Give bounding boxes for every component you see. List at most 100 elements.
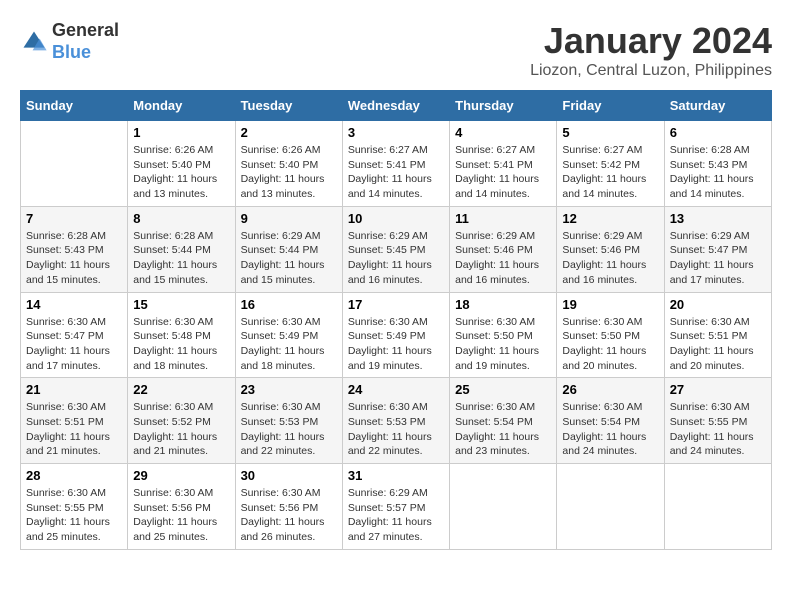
week-row-0: 1 Sunrise: 6:26 AMSunset: 5:40 PMDaylight… (21, 121, 772, 207)
title-block: January 2024 Liozon, Central Luzon, Phil… (530, 20, 772, 80)
logo-icon (20, 28, 48, 56)
calendar-cell: 14 Sunrise: 6:30 AMSunset: 5:47 PMDayligh… (21, 292, 128, 378)
cell-content: Sunrise: 6:26 AMSunset: 5:40 PMDaylight:… (133, 143, 229, 202)
header-day-friday: Friday (557, 91, 664, 121)
cell-content: Sunrise: 6:30 AMSunset: 5:49 PMDaylight:… (241, 315, 337, 374)
month-title: January 2024 (530, 20, 772, 62)
calendar-cell: 5 Sunrise: 6:27 AMSunset: 5:42 PMDaylight… (557, 121, 664, 207)
cell-content: Sunrise: 6:30 AMSunset: 5:47 PMDaylight:… (26, 315, 122, 374)
logo-text-general: General (52, 20, 119, 42)
calendar-cell: 28 Sunrise: 6:30 AMSunset: 5:55 PMDayligh… (21, 464, 128, 550)
calendar-cell: 7Sunrise: 6:28 AMSunset: 5:43 PMDaylight… (21, 206, 128, 292)
cell-content: Sunrise: 6:30 AMSunset: 5:51 PMDaylight:… (670, 315, 766, 374)
cell-content: Sunrise: 6:30 AMSunset: 5:48 PMDaylight:… (133, 315, 229, 374)
day-number: 10 (348, 211, 444, 226)
calendar-cell: 3 Sunrise: 6:27 AMSunset: 5:41 PMDaylight… (342, 121, 449, 207)
calendar-cell: 31 Sunrise: 6:29 AMSunset: 5:57 PMDayligh… (342, 464, 449, 550)
calendar-cell: 2 Sunrise: 6:26 AMSunset: 5:40 PMDaylight… (235, 121, 342, 207)
calendar-cell: 29Sunrise: 6:30 AMSunset: 5:56 PMDayligh… (128, 464, 235, 550)
day-number: 22 (133, 382, 229, 397)
cell-content: Sunrise: 6:28 AMSunset: 5:44 PMDaylight:… (133, 229, 229, 288)
calendar-cell: 18Sunrise: 6:30 AMSunset: 5:50 PMDayligh… (450, 292, 557, 378)
cell-content: Sunrise: 6:30 AMSunset: 5:51 PMDaylight:… (26, 400, 122, 459)
day-number: 11 (455, 211, 551, 226)
location-title: Liozon, Central Luzon, Philippines (530, 62, 772, 80)
day-number: 4 (455, 125, 551, 140)
logo-text-blue: Blue (52, 42, 119, 64)
calendar-cell: 8 Sunrise: 6:28 AMSunset: 5:44 PMDaylight… (128, 206, 235, 292)
calendar-cell: 24Sunrise: 6:30 AMSunset: 5:53 PMDayligh… (342, 378, 449, 464)
cell-content: Sunrise: 6:29 AMSunset: 5:47 PMDaylight:… (670, 229, 766, 288)
calendar-cell: 11 Sunrise: 6:29 AMSunset: 5:46 PMDayligh… (450, 206, 557, 292)
week-row-3: 21Sunrise: 6:30 AMSunset: 5:51 PMDayligh… (21, 378, 772, 464)
calendar-cell: 30Sunrise: 6:30 AMSunset: 5:56 PMDayligh… (235, 464, 342, 550)
logo: General Blue (20, 20, 119, 63)
header-day-monday: Monday (128, 91, 235, 121)
calendar-cell: 13 Sunrise: 6:29 AMSunset: 5:47 PMDayligh… (664, 206, 771, 292)
cell-content: Sunrise: 6:30 AMSunset: 5:55 PMDaylight:… (670, 400, 766, 459)
day-number: 31 (348, 468, 444, 483)
day-number: 28 (26, 468, 122, 483)
day-number: 12 (562, 211, 658, 226)
day-number: 19 (562, 297, 658, 312)
cell-content: Sunrise: 6:26 AMSunset: 5:40 PMDaylight:… (241, 143, 337, 202)
day-number: 8 (133, 211, 229, 226)
cell-content: Sunrise: 6:30 AMSunset: 5:49 PMDaylight:… (348, 315, 444, 374)
calendar-cell (21, 121, 128, 207)
cell-content: Sunrise: 6:29 AMSunset: 5:44 PMDaylight:… (241, 229, 337, 288)
calendar-cell: 9 Sunrise: 6:29 AMSunset: 5:44 PMDaylight… (235, 206, 342, 292)
day-number: 13 (670, 211, 766, 226)
cell-content: Sunrise: 6:29 AMSunset: 5:46 PMDaylight:… (455, 229, 551, 288)
calendar-cell (664, 464, 771, 550)
calendar-cell: 12 Sunrise: 6:29 AMSunset: 5:46 PMDayligh… (557, 206, 664, 292)
calendar-cell: 22 Sunrise: 6:30 AMSunset: 5:52 PMDayligh… (128, 378, 235, 464)
calendar-cell: 10 Sunrise: 6:29 AMSunset: 5:45 PMDayligh… (342, 206, 449, 292)
day-number: 20 (670, 297, 766, 312)
header-day-wednesday: Wednesday (342, 91, 449, 121)
calendar-cell (557, 464, 664, 550)
cell-content: Sunrise: 6:27 AMSunset: 5:41 PMDaylight:… (348, 143, 444, 202)
calendar-cell: 16 Sunrise: 6:30 AMSunset: 5:49 PMDayligh… (235, 292, 342, 378)
cell-content: Sunrise: 6:30 AMSunset: 5:52 PMDaylight:… (133, 400, 229, 459)
day-number: 5 (562, 125, 658, 140)
cell-content: Sunrise: 6:30 AMSunset: 5:54 PMDaylight:… (455, 400, 551, 459)
cell-content: Sunrise: 6:29 AMSunset: 5:57 PMDaylight:… (348, 486, 444, 545)
calendar-cell: 23Sunrise: 6:30 AMSunset: 5:53 PMDayligh… (235, 378, 342, 464)
day-number: 7 (26, 211, 122, 226)
day-number: 14 (26, 297, 122, 312)
calendar-cell: 26 Sunrise: 6:30 AMSunset: 5:54 PMDayligh… (557, 378, 664, 464)
calendar-cell: 21Sunrise: 6:30 AMSunset: 5:51 PMDayligh… (21, 378, 128, 464)
cell-content: Sunrise: 6:30 AMSunset: 5:55 PMDaylight:… (26, 486, 122, 545)
calendar-table: SundayMondayTuesdayWednesdayThursdayFrid… (20, 90, 772, 550)
cell-content: Sunrise: 6:29 AMSunset: 5:46 PMDaylight:… (562, 229, 658, 288)
calendar-cell: 27 Sunrise: 6:30 AMSunset: 5:55 PMDayligh… (664, 378, 771, 464)
day-number: 15 (133, 297, 229, 312)
header-day-saturday: Saturday (664, 91, 771, 121)
calendar-cell: 17 Sunrise: 6:30 AMSunset: 5:49 PMDayligh… (342, 292, 449, 378)
day-number: 6 (670, 125, 766, 140)
cell-content: Sunrise: 6:30 AMSunset: 5:50 PMDaylight:… (455, 315, 551, 374)
day-number: 26 (562, 382, 658, 397)
cell-content: Sunrise: 6:30 AMSunset: 5:56 PMDaylight:… (133, 486, 229, 545)
calendar-cell (450, 464, 557, 550)
day-number: 17 (348, 297, 444, 312)
cell-content: Sunrise: 6:27 AMSunset: 5:42 PMDaylight:… (562, 143, 658, 202)
calendar-cell: 20 Sunrise: 6:30 AMSunset: 5:51 PMDayligh… (664, 292, 771, 378)
day-number: 1 (133, 125, 229, 140)
cell-content: Sunrise: 6:27 AMSunset: 5:41 PMDaylight:… (455, 143, 551, 202)
day-number: 25 (455, 382, 551, 397)
cell-content: Sunrise: 6:30 AMSunset: 5:53 PMDaylight:… (348, 400, 444, 459)
calendar-cell: 25 Sunrise: 6:30 AMSunset: 5:54 PMDayligh… (450, 378, 557, 464)
week-row-1: 7Sunrise: 6:28 AMSunset: 5:43 PMDaylight… (21, 206, 772, 292)
calendar-cell: 15 Sunrise: 6:30 AMSunset: 5:48 PMDayligh… (128, 292, 235, 378)
calendar-cell: 1 Sunrise: 6:26 AMSunset: 5:40 PMDaylight… (128, 121, 235, 207)
cell-content: Sunrise: 6:29 AMSunset: 5:45 PMDaylight:… (348, 229, 444, 288)
calendar-cell: 4 Sunrise: 6:27 AMSunset: 5:41 PMDaylight… (450, 121, 557, 207)
day-number: 2 (241, 125, 337, 140)
day-number: 9 (241, 211, 337, 226)
day-number: 16 (241, 297, 337, 312)
day-number: 3 (348, 125, 444, 140)
header-day-tuesday: Tuesday (235, 91, 342, 121)
day-number: 27 (670, 382, 766, 397)
cell-content: Sunrise: 6:30 AMSunset: 5:54 PMDaylight:… (562, 400, 658, 459)
